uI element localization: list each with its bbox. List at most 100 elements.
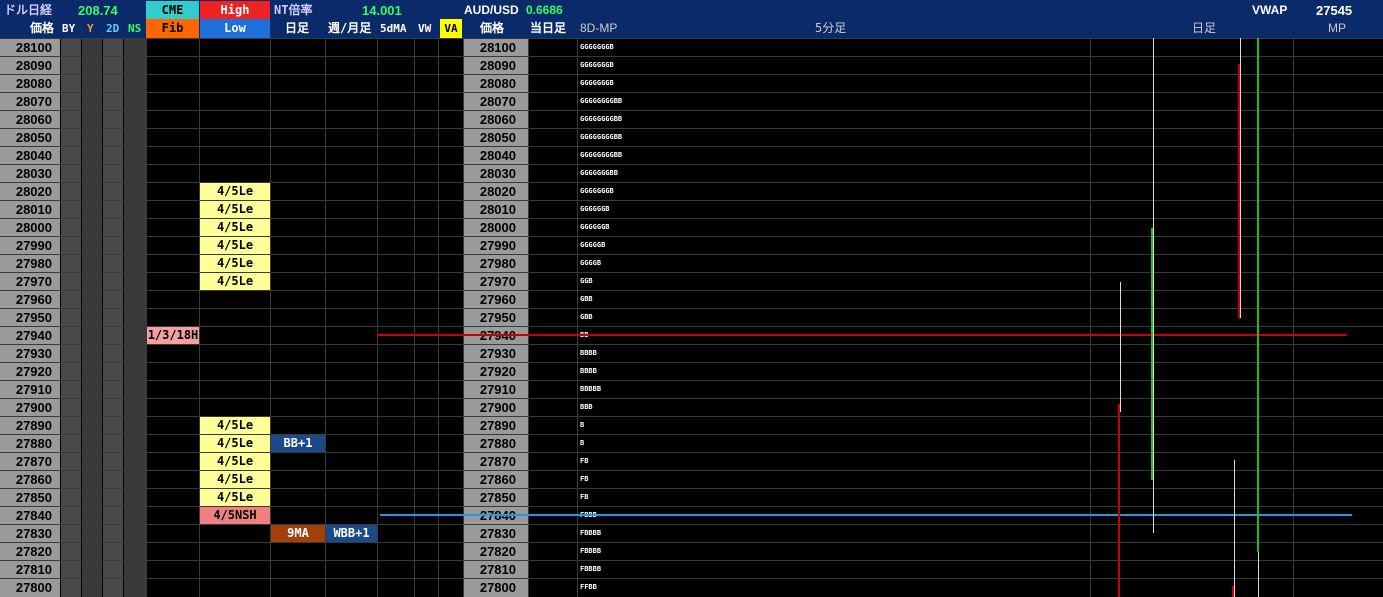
price-cell-2[interactable]: 27960 (464, 291, 520, 308)
price-cell-2[interactable]: 28020 (464, 183, 520, 200)
price-cell[interactable]: 27850 (0, 489, 56, 506)
price-cell-2[interactable]: 27820 (464, 543, 520, 560)
price-cell[interactable]: 27840 (0, 507, 56, 524)
price-cell[interactable]: 27820 (0, 543, 56, 560)
price-cell-2[interactable]: 28010 (464, 201, 520, 218)
price-cell-2[interactable]: 28080 (464, 75, 520, 92)
market-profile-row: GGGGGGB (580, 205, 610, 213)
price-cell-2[interactable]: 27910 (464, 381, 520, 398)
price-row (0, 110, 1383, 128)
price-cell[interactable]: 28060 (0, 111, 56, 128)
price-cell-2[interactable]: 28030 (464, 165, 520, 182)
price-row (0, 398, 1383, 416)
price-cell[interactable]: 27890 (0, 417, 56, 434)
price-cell-2[interactable]: 27850 (464, 489, 520, 506)
price-cell[interactable]: 27910 (0, 381, 56, 398)
market-profile-row: BBBBB (580, 385, 602, 393)
ns-column-header: NS (128, 22, 142, 35)
price-cell-2[interactable]: 28060 (464, 111, 520, 128)
price-cell-2[interactable]: 27900 (464, 399, 520, 416)
cme-high-level-line (377, 334, 1347, 336)
price-cell[interactable]: 27880 (0, 435, 56, 452)
price-cell[interactable]: 28010 (0, 201, 56, 218)
column-separator (146, 38, 147, 597)
price-cell[interactable]: 28090 (0, 57, 56, 74)
price-cell[interactable]: 27900 (0, 399, 56, 416)
market-profile-row: GGGGGGGGBB (580, 133, 623, 141)
price-row (0, 380, 1383, 398)
price-cell-2[interactable]: 27860 (464, 471, 520, 488)
price-cell[interactable]: 27950 (0, 309, 56, 326)
low-label: 4/5Le (200, 273, 270, 290)
price-cell-2[interactable]: 27830 (464, 525, 520, 542)
market-profile-row: GGGGGGGB (580, 61, 614, 69)
price-row (0, 290, 1383, 308)
price-cell[interactable]: 27970 (0, 273, 56, 290)
price-cell[interactable]: 28030 (0, 165, 56, 182)
price-cell-2[interactable]: 27990 (464, 237, 520, 254)
price-row (0, 344, 1383, 362)
price-cell[interactable]: 28080 (0, 75, 56, 92)
price-cell[interactable]: 27870 (0, 453, 56, 470)
y-column-header: Y (87, 22, 94, 35)
price-row (0, 542, 1383, 560)
today-bar-column-header: 当日足 (530, 21, 567, 35)
high-button[interactable]: High (200, 1, 270, 20)
price-cell-2[interactable]: 28040 (464, 147, 520, 164)
price-cell-2[interactable]: 27810 (464, 561, 520, 578)
price-row (0, 578, 1383, 596)
price-cell-2[interactable]: 27870 (464, 453, 520, 470)
price-cell-2[interactable]: 28090 (464, 57, 520, 74)
price-cell[interactable]: 27920 (0, 363, 56, 380)
daily-candle-body-red (1238, 64, 1240, 318)
price-cell-2[interactable]: 27800 (464, 579, 520, 596)
price-cell-2[interactable]: 28070 (464, 93, 520, 110)
price-cell-2[interactable]: 28050 (464, 129, 520, 146)
price-cell-2[interactable]: 28000 (464, 219, 520, 236)
price-cell[interactable]: 27810 (0, 561, 56, 578)
low-label: 4/5Le (200, 237, 270, 254)
fib-button[interactable]: Fib (146, 19, 199, 38)
price-cell[interactable]: 27960 (0, 291, 56, 308)
price-cell[interactable]: 27980 (0, 255, 56, 272)
market-profile-row: FB (580, 475, 589, 483)
market-profile-row: GBB (580, 295, 593, 303)
price-cell-2[interactable]: 27890 (464, 417, 520, 434)
column-separator (377, 38, 378, 597)
price-cell[interactable]: 28020 (0, 183, 56, 200)
price-row (0, 38, 1383, 56)
price-cell[interactable]: 27830 (0, 525, 56, 542)
market-profile-row: FFBB (580, 583, 597, 591)
5min-chart-header: 5分足 (815, 21, 847, 35)
price-cell[interactable]: 27940 (0, 327, 56, 344)
price-cell[interactable]: 27990 (0, 237, 56, 254)
price-cell-2[interactable]: 28100 (464, 39, 520, 56)
market-profile-row: B (580, 439, 585, 447)
price-cell[interactable]: 28100 (0, 39, 56, 56)
daily-label: BB+1 (271, 435, 325, 452)
price-row (0, 74, 1383, 92)
mp-column-header: MP (1328, 21, 1346, 35)
market-profile-row: FBBBB (580, 529, 602, 537)
by-column-header: BY (62, 22, 76, 35)
price-cell[interactable]: 27860 (0, 471, 56, 488)
market-profile-row: GGGGGB (580, 241, 606, 249)
price-cell[interactable]: 28070 (0, 93, 56, 110)
price-cell-2[interactable]: 27970 (464, 273, 520, 290)
price-row (0, 146, 1383, 164)
price-cell-2[interactable]: 27920 (464, 363, 520, 380)
price-cell[interactable]: 27800 (0, 579, 56, 596)
low-label: 4/5Le (200, 453, 270, 470)
price-cell[interactable]: 28050 (0, 129, 56, 146)
cme-button[interactable]: CME (146, 1, 199, 20)
price-row (0, 164, 1383, 182)
low-button[interactable]: Low (200, 19, 270, 38)
price-cell-2[interactable]: 27950 (464, 309, 520, 326)
price-cell-2[interactable]: 27880 (464, 435, 520, 452)
price-cell[interactable]: 28040 (0, 147, 56, 164)
price-cell-2[interactable]: 27980 (464, 255, 520, 272)
vwap-level-line (380, 514, 1352, 516)
price-cell[interactable]: 27930 (0, 345, 56, 362)
price-cell[interactable]: 28000 (0, 219, 56, 236)
price-cell-2[interactable]: 27930 (464, 345, 520, 362)
